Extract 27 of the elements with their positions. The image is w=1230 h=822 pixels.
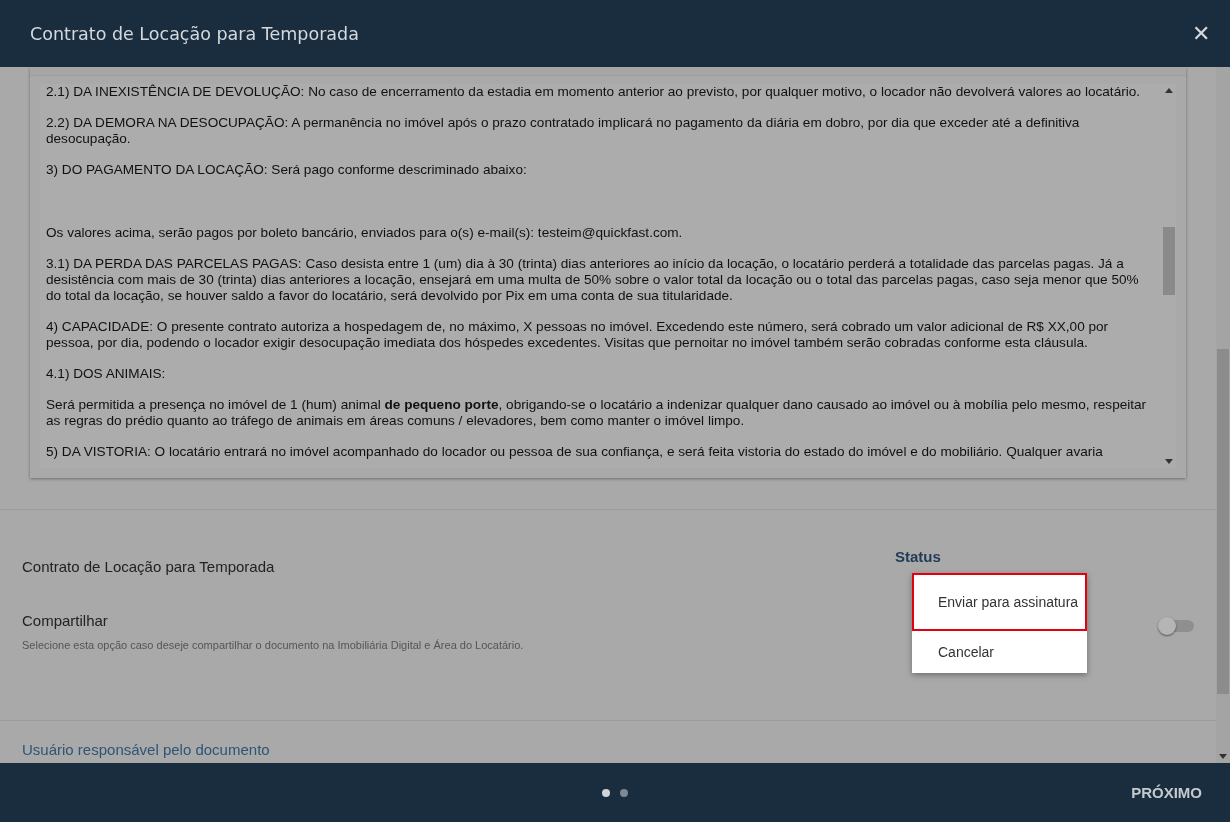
contract-paragraph: 4.1) DOS ANIMAIS: (46, 366, 167, 382)
share-label: Compartilhar (22, 612, 109, 629)
share-hint: Selecione esta opção caso deseje compartilhar o documento na Imobiliária Digital e Área do Locatário. (22, 639, 525, 651)
responsible-user-label: Usuário responsável pelo documento (22, 741, 270, 758)
scroll-down-icon[interactable] (1219, 754, 1227, 759)
close-button[interactable]: ✕ (1186, 18, 1216, 49)
page-dot[interactable] (620, 788, 628, 797)
contract-paragraph: 3) DO PAGAMENTO DA LOCAÇÃO: Será pago conforme descriminado abaixo: (46, 162, 528, 178)
contract-paragraph: 4) CAPACIDADE: O presente contrato autoriza a hospedagem de, no máximo, X pessoas no imóvel. Excedendo este número, será cobrado um valor adicional de R$ XX,00 por pessoa, por dia, podendo o locador exigir desocupação imediata dos hóspedes excedentes. Visitas que pernoitar no imóvel também serão cobradas conforme esta cláusula. (46, 319, 1110, 351)
contract-paragraph: 2.1) DA INEXISTÊNCIA DE DEVOLUÇÃO: No caso de encerramento da estadia em momento anterior ao previsto, por qualquer motivo, o locador não devolverá valores ao locatário. (46, 84, 1142, 100)
share-toggle[interactable] (1160, 620, 1194, 632)
document-name: Contrato de Locação para Temporada (22, 557, 276, 575)
menu-item[interactable]: Cancelar (912, 631, 1087, 673)
contract-paragraph: Será permitida a presença no imóvel de 1 (hum) animal de pequeno porte, obrigando-se o locatário a indenizar qualquer dano causado ao imóvel ou à mobília pelo mesmo, respeitar as regras do prédio quanto ao tráfego de animais em áreas comuns / elevadores, bem como manter o imóvel limpo. (46, 397, 1148, 429)
next-button[interactable]: PRÓXIMO (1125, 783, 1208, 802)
scroll-up-icon[interactable] (1165, 88, 1173, 93)
window-title: Contrato de Locação para Temporada (30, 23, 359, 44)
scroll-down-icon[interactable] (1165, 459, 1173, 464)
status-label: Status (895, 547, 942, 565)
contract-paragraph: 2.2) DA DEMORA NA DESOCUPAÇÃO: A permanência no imóvel após o prazo contratado implicará no pagamento da diária em dobro, por dia que exceder até a definitiva desocupação. (46, 115, 1081, 147)
menu-item[interactable]: Enviar para assinatura (912, 573, 1087, 631)
dialog-scrollbar[interactable] (1216, 67, 1230, 763)
page-dot[interactable] (602, 788, 610, 797)
contract-paragraph: Os valores acima, serão pagos por boleto bancário, enviados para o(s) e-mail(s): testeim@quickfast.com. (46, 225, 684, 241)
contract-paragraph: 3.1) DA PERDA DAS PARCELAS PAGAS: Caso desista entre 1 (um) dia à 30 (trinta) dias anteriores ao início da locação, o locatário perderá a totalidade das parcelas pagas. Já a desistência com mais de 30 (trinta) dias anteriores a locação, ensejará em uma multa de 50% sobre o valor total da locação ou o total das parcelas pagas, caso seja menor que 50% do total da locação, se houver saldo a favor do locatário, será devolvido por Pix em uma conta de sua titularidade. (46, 256, 1140, 304)
contract-paragraph: 5) DA VISTORIA: O locatário entrará no imóvel acompanhado do locador ou pessoa de sua confiança, e será feita vistoria do estado do imóvel e do mobiliário. Qualquer avaria (46, 444, 1104, 460)
scrollbar-thumb[interactable] (1163, 227, 1175, 295)
